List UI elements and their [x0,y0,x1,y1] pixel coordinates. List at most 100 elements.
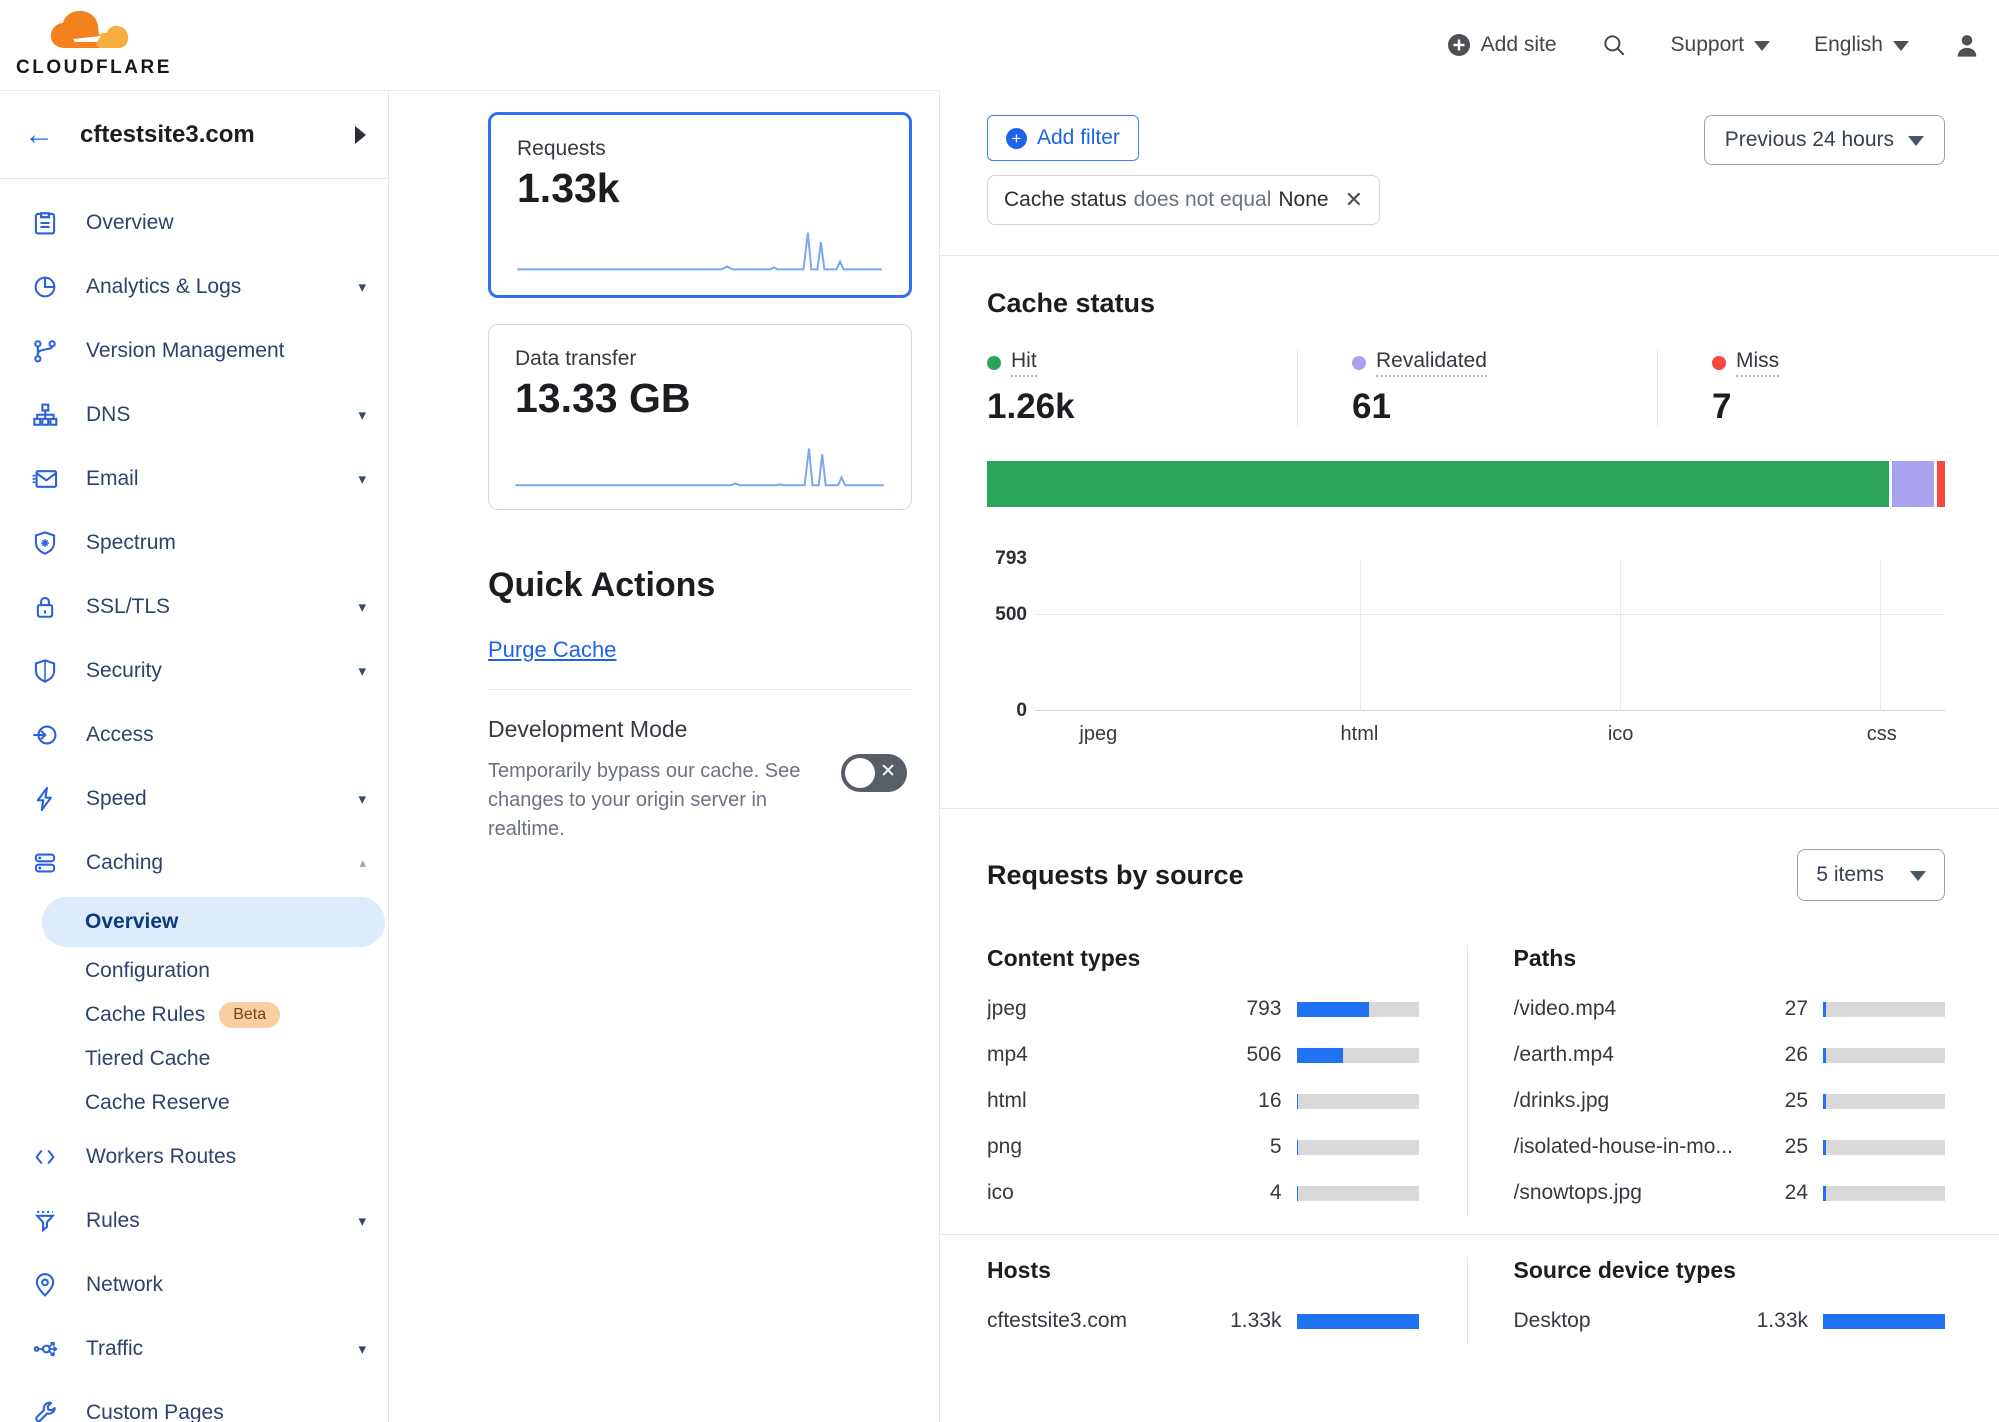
table-row[interactable]: /drinks.jpg 25 [1514,1078,1946,1124]
time-range-dropdown[interactable]: Previous 24 hours [1704,115,1945,165]
sidebar-item-security[interactable]: Security ▾ [0,639,388,703]
cloudflare-logo[interactable]: CLOUDFLARE [16,8,166,79]
chevron-down-icon: ▾ [358,662,366,680]
sidebar-item-analytics-logs[interactable]: Analytics & Logs ▾ [0,255,388,319]
table-row[interactable]: jpeg 793 [987,986,1419,1032]
row-value: 793 [1218,997,1282,1021]
table-row[interactable]: mp4 506 [987,1032,1419,1078]
filter-value: None [1278,188,1328,212]
server-stack-icon [32,849,60,877]
table-row[interactable]: Desktop 1.33k [1514,1298,1946,1344]
table-row[interactable]: png 5 [987,1124,1419,1170]
divider [940,808,1999,809]
chevron-down-icon: ▾ [358,790,366,808]
miss-label[interactable]: Miss [1736,349,1779,377]
add-filter-button[interactable]: + Add filter [987,115,1139,161]
row-bar-track [1823,1094,1945,1109]
sidebar-item-spectrum[interactable]: Spectrum [0,511,388,575]
location-pin-icon [32,1271,60,1299]
items-count-dropdown[interactable]: 5 items [1797,849,1945,901]
wrench-icon [32,1399,60,1422]
funnel-icon [32,1207,60,1235]
row-label: mp4 [987,1043,1218,1067]
traffic-split-icon [32,1335,60,1363]
table-row[interactable]: html 16 [987,1078,1419,1124]
sidebar-item-email[interactable]: Email ▾ [0,447,388,511]
development-mode-section: Development Mode Temporarily bypass our … [488,716,912,844]
development-mode-toggle[interactable]: ✕ [841,754,907,792]
cache-status-bar-chart: 7935000 jpeghtmlicocss [987,559,1945,746]
chevron-down-icon: ▾ [358,598,366,616]
lock-icon [32,593,60,621]
table-row[interactable]: ico 4 [987,1170,1419,1216]
row-label: /earth.mp4 [1514,1043,1745,1067]
sidebar-item-access[interactable]: Access [0,703,388,767]
sidebar-item-caching-overview[interactable]: Overview [42,897,385,947]
toggle-knob [845,758,875,788]
sidebar-item-traffic[interactable]: Traffic ▾ [0,1317,388,1381]
language-menu[interactable]: English [1814,33,1909,57]
sidebar-item-label: Rules [86,1209,358,1233]
add-site-button[interactable]: Add site [1447,33,1557,57]
sidebar-item-network[interactable]: Network [0,1253,388,1317]
sidebar-item-label: Traffic [86,1337,358,1361]
sidebar-item-cache-rules[interactable]: Cache Rules Beta [0,993,388,1037]
data-transfer-sparkline [511,435,889,493]
table-row[interactable]: /snowtops.jpg 24 [1514,1170,1946,1216]
v-gridline [1360,559,1361,711]
sidebar-item-version-management[interactable]: Version Management [0,319,388,383]
sidebar-item-caching-configuration[interactable]: Configuration [0,949,388,993]
sidebar-item-rules[interactable]: Rules ▾ [0,1189,388,1253]
cache-status-section: Cache status Hit 1.26k Revalidated 61 [940,288,1999,746]
chevron-right-icon[interactable] [355,126,366,144]
submenu-item-label: Tiered Cache [85,1047,210,1071]
sidebar-item-workers-routes[interactable]: Workers Routes [0,1125,388,1189]
chevron-down-icon: ▾ [358,406,366,424]
content-types-panel: Content types jpeg 793 mp4 506 html 16 [987,945,1467,1216]
site-header: ← cftestsite3.com [0,91,388,179]
table-row[interactable]: /isolated-house-in-mo... 25 [1514,1124,1946,1170]
row-label: ico [987,1181,1218,1205]
requests-metric-card[interactable]: Requests 1.33k [488,112,912,298]
time-range-label: Previous 24 hours [1725,128,1894,152]
v-gridline [1880,559,1881,711]
table-row[interactable]: /video.mp4 27 [1514,986,1946,1032]
sidebar-item-overview[interactable]: Overview [0,191,388,255]
sidebar-item-dns[interactable]: DNS ▾ [0,383,388,447]
sidebar-item-ssl-tls[interactable]: SSL/TLS ▾ [0,575,388,639]
cache-status-title: Cache status [987,288,1945,319]
sidebar-item-speed[interactable]: Speed ▾ [0,767,388,831]
chevron-down-icon: ▾ [358,278,366,296]
row-bar-fill [1297,1048,1343,1063]
sidebar-item-caching[interactable]: Caching ▴ [0,831,388,895]
hosts-devices-section: Hosts cftestsite3.com 1.33k Source devic… [940,1235,1999,1344]
account-menu[interactable] [1953,31,1981,59]
row-bar-track [1297,1048,1419,1063]
row-value: 24 [1744,1181,1808,1205]
add-site-label: Add site [1481,33,1557,57]
hit-label[interactable]: Hit [1011,349,1037,377]
table-row[interactable]: /earth.mp4 26 [1514,1032,1946,1078]
remove-filter-icon[interactable]: ✕ [1345,187,1363,213]
top-header: CLOUDFLARE Add site Support English [0,0,1999,90]
revalidated-label[interactable]: Revalidated [1376,349,1487,377]
device-types-panel: Source device types Desktop 1.33k [1467,1257,1946,1344]
sidebar-item-cache-reserve[interactable]: Cache Reserve [0,1081,388,1125]
data-transfer-metric-card[interactable]: Data transfer 13.33 GB [488,324,912,510]
row-bar-fill [1823,1186,1826,1201]
row-bar-fill [1823,1140,1826,1155]
spectrum-shield-icon [32,529,60,557]
sidebar-item-custom-pages[interactable]: Custom Pages [0,1381,388,1422]
sidebar-item-label: Security [86,659,358,683]
table-row[interactable]: cftestsite3.com 1.33k [987,1298,1419,1344]
sidebar-item-tiered-cache[interactable]: Tiered Cache [0,1037,388,1081]
row-bar-fill [1823,1002,1826,1017]
support-menu[interactable]: Support [1671,33,1771,57]
search-button[interactable] [1601,32,1627,58]
back-arrow-icon[interactable]: ← [24,120,54,150]
pie-chart-icon [32,273,60,301]
requests-by-source-title: Requests by source [987,860,1244,891]
lightning-icon [32,785,60,813]
x-tick-label [1692,723,1811,746]
purge-cache-link[interactable]: Purge Cache [488,637,616,663]
